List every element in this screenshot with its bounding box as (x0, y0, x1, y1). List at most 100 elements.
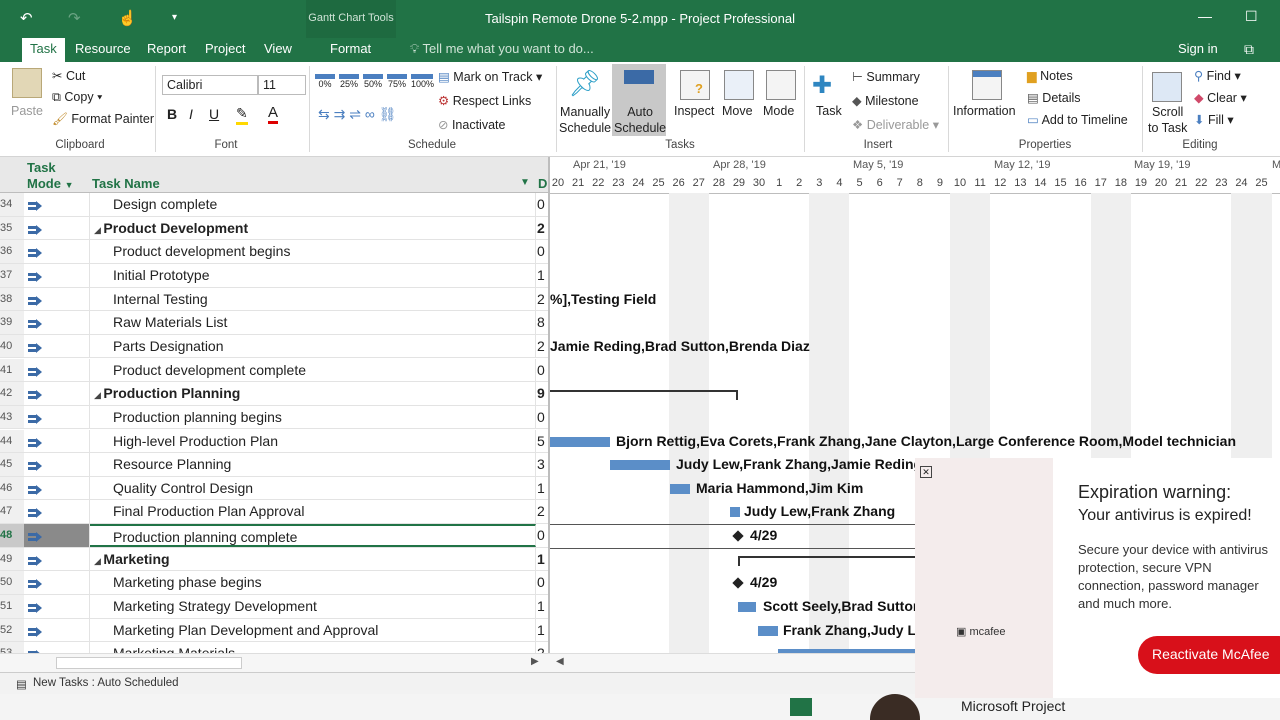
task-name-cell[interactable]: Marketing phase begins (90, 571, 536, 594)
move-button[interactable]: Move (722, 104, 753, 118)
task-mode-cell[interactable] (24, 382, 90, 405)
task-mode-cell[interactable] (24, 263, 90, 287)
row-number[interactable]: 47 (0, 500, 24, 524)
tab-resource[interactable]: Resource (75, 41, 131, 56)
task-row[interactable]: 35 ◢ Product Development 2 (0, 216, 548, 241)
split-bar[interactable] (548, 157, 550, 672)
task-name-cell[interactable]: High-level Production Plan (90, 429, 536, 453)
collapse-triangle-icon[interactable]: ◢ (94, 225, 103, 235)
task-row[interactable]: 52 Marketing Plan Development and Approva… (0, 618, 548, 643)
row-number[interactable]: 34 (0, 193, 24, 216)
summary-bar-marketing[interactable] (738, 555, 918, 566)
scroll-to-task-button[interactable]: Scroll to Task (1148, 104, 1187, 136)
duration-cell[interactable]: 0 (537, 406, 548, 429)
fill-button[interactable]: ⬇ Fill ▾ (1194, 112, 1234, 127)
task-name-cell[interactable]: Design complete (90, 193, 536, 216)
row-number[interactable]: 43 (0, 405, 24, 429)
insert-task-button[interactable]: Task (816, 104, 842, 118)
tab-project[interactable]: Project (205, 41, 245, 56)
maximize-icon[interactable]: ☐ (1245, 8, 1258, 25)
pct-100-button[interactable]: 100% (411, 74, 434, 89)
duration-cell[interactable]: 2 (537, 500, 548, 523)
task-row[interactable]: 40 Parts Designation 2 (0, 334, 548, 359)
task-bar-strategy[interactable] (738, 602, 756, 613)
task-name-cell[interactable]: Internal Testing (90, 287, 536, 311)
duration-cell[interactable]: 0 (537, 359, 548, 382)
row-number[interactable]: 38 (0, 287, 24, 311)
row-number[interactable]: 39 (0, 311, 24, 334)
bold-button[interactable]: B (167, 106, 177, 122)
add-to-timeline-button[interactable]: ▭ Add to Timeline (1027, 112, 1128, 127)
row-number[interactable]: 40 (0, 334, 24, 358)
task-row[interactable]: 48 Production planning complete 0 (0, 524, 548, 548)
task-name-cell[interactable]: Product development complete (90, 358, 536, 382)
task-name-cell[interactable]: Production planning complete (90, 524, 536, 547)
task-name-cell[interactable]: ◢ Production Planning (90, 382, 536, 405)
tab-report[interactable]: Report (147, 41, 186, 56)
row-number[interactable]: 46 (0, 476, 24, 500)
format-painter-button[interactable]: 🖌︎ Format Painter (52, 112, 154, 127)
duration-cell[interactable]: 9 (537, 382, 548, 405)
inspect-button[interactable]: Inspect (674, 104, 714, 118)
task-name-cell[interactable]: Initial Prototype (90, 263, 536, 287)
task-row[interactable]: 37 Initial Prototype 1 (0, 263, 548, 288)
task-row[interactable]: 44 High-level Production Plan 5 (0, 429, 548, 454)
task-mode-cell[interactable] (24, 287, 90, 311)
duration-cell[interactable]: 2 (537, 217, 548, 240)
cut-button[interactable]: ✂ Cut (52, 68, 85, 83)
milestone-button[interactable]: ◆ Milestone (852, 93, 919, 108)
duration-cell[interactable]: 5 (537, 430, 548, 453)
task-name-cell[interactable]: Production planning begins (90, 405, 536, 429)
task-row[interactable]: 34 Design complete 0 (0, 193, 548, 217)
task-mode-cell[interactable] (24, 453, 90, 476)
project-app-icon[interactable] (790, 698, 812, 716)
task-row[interactable]: 46 Quality Control Design 1 (0, 476, 548, 501)
milestone-production-complete[interactable] (732, 530, 744, 542)
details-button[interactable]: ▤ Details (1027, 90, 1081, 105)
sign-in-link[interactable]: Sign in (1178, 41, 1218, 56)
row-number[interactable]: 42 (0, 382, 24, 405)
task-mode-cell[interactable] (24, 216, 90, 240)
information-button[interactable]: Information (953, 104, 1016, 118)
task-row[interactable]: 39 Raw Materials List 8 (0, 311, 548, 335)
pct-50-button[interactable]: 50% (363, 74, 383, 89)
task-row[interactable]: 42 ◢ Production Planning 9 (0, 382, 548, 406)
pct-75-button[interactable]: 75% (387, 74, 407, 89)
task-mode-cell[interactable] (24, 500, 90, 524)
duration-cell[interactable]: 0 (537, 193, 548, 216)
pct-0-button[interactable]: 0% (315, 74, 335, 89)
restore-ribbon-icon[interactable]: ⧉ (1244, 41, 1254, 58)
status-text[interactable]: New Tasks : Auto Scheduled (33, 677, 179, 689)
row-number[interactable]: 50 (0, 571, 24, 594)
respect-links-button[interactable]: ⚙ Respect Links (438, 93, 531, 108)
milestone-marketing-begins[interactable] (732, 577, 744, 590)
task-mode-header[interactable]: Task Mode ▼ (27, 160, 74, 193)
row-number[interactable]: 48 (0, 524, 24, 547)
tab-format[interactable]: Format (330, 41, 371, 56)
task-row[interactable]: 50 Marketing phase begins 0 (0, 571, 548, 595)
duration-cell[interactable]: 2 (537, 335, 548, 358)
duration-cell[interactable]: 0 (537, 571, 548, 594)
task-mode-cell[interactable] (24, 358, 90, 382)
row-number[interactable]: 49 (0, 547, 24, 571)
duration-cell[interactable]: 2 (537, 288, 548, 311)
task-mode-cell[interactable] (24, 524, 90, 547)
task-row[interactable]: 43 Production planning begins 0 (0, 405, 548, 430)
row-number[interactable]: 52 (0, 618, 24, 642)
paste-button[interactable]: Paste (11, 104, 43, 118)
notes-button[interactable]: ▆ Notes (1027, 68, 1073, 83)
task-mode-cell[interactable] (24, 618, 90, 642)
duration-cell[interactable]: 1 (537, 477, 548, 500)
task-name-cell[interactable]: Product development begins (90, 240, 536, 263)
font-size-select[interactable]: 11 (258, 75, 306, 95)
task-row[interactable]: 49 ◢ Marketing 1 (0, 547, 548, 572)
minimize-icon[interactable]: — (1198, 8, 1212, 24)
scroll-right-arrow-icon[interactable]: ▶ (531, 656, 539, 667)
task-row[interactable]: 45 Resource Planning 3 (0, 453, 548, 477)
clear-button[interactable]: ◆ Clear ▾ (1194, 90, 1247, 105)
underline-button[interactable]: U (209, 106, 219, 122)
collapse-triangle-icon[interactable]: ◢ (94, 556, 103, 566)
task-name-cell[interactable]: Marketing Strategy Development (90, 595, 536, 618)
duration-cell[interactable]: 0 (537, 240, 548, 263)
paste-icon[interactable] (12, 68, 42, 98)
